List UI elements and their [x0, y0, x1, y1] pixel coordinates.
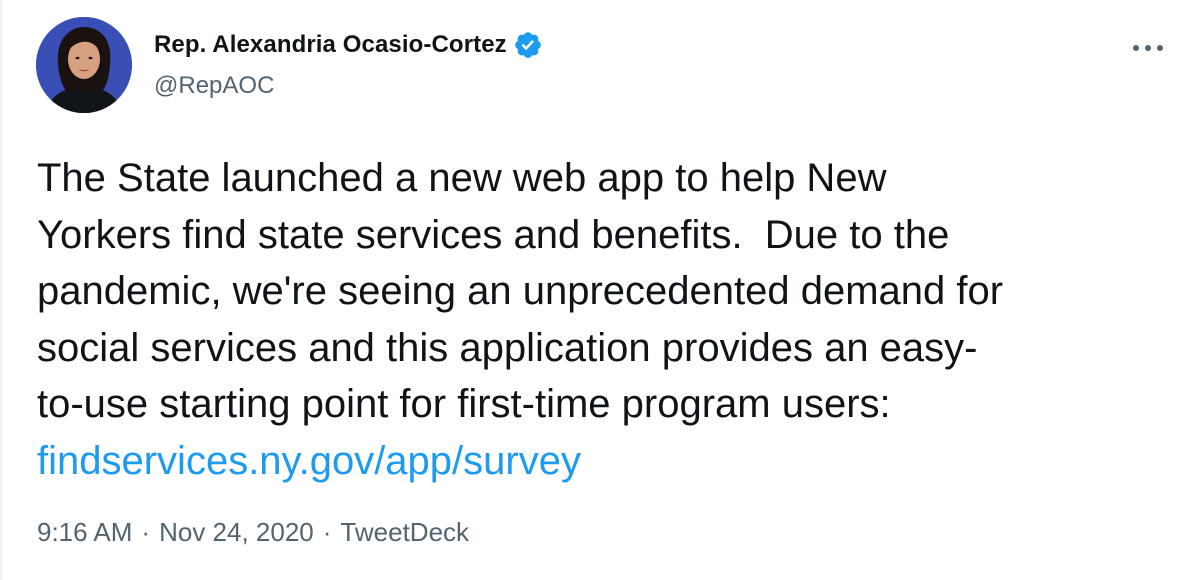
tweet-card: Rep. Alexandria Ocasio-Cortez @RepAOC Th… [0, 0, 1200, 580]
tweet-text-line: social services and this application pro… [37, 325, 978, 370]
card-border [0, 0, 2, 580]
tweet-source[interactable]: TweetDeck [340, 517, 469, 548]
tweet-link[interactable]: findservices.ny.gov/app/survey [37, 439, 581, 483]
tweet-text: The State launched a new web app to help… [37, 150, 1167, 489]
separator-dot: · [322, 517, 332, 547]
tweet-time[interactable]: 9:16 AM [37, 517, 132, 548]
tweet-link-line: findservices.ny.gov/app/survey [37, 433, 1167, 490]
display-name[interactable]: Rep. Alexandria Ocasio-Cortez [154, 31, 507, 59]
tweet-metadata: 9:16 AM · Nov 24, 2020 · TweetDeck [37, 517, 469, 548]
name-row: Rep. Alexandria Ocasio-Cortez [154, 28, 543, 62]
avatar[interactable] [36, 17, 132, 113]
tweet-text-line: pandemic, we're seeing an unprecedented … [37, 269, 1004, 313]
tweet-date[interactable]: Nov 24, 2020 [159, 517, 314, 548]
tweet-text-line: Yorkers find state services and benefits… [37, 212, 950, 257]
more-horizontal-icon [1133, 45, 1163, 51]
separator-dot: · [141, 517, 151, 547]
tweet-text-line: The State launched a new web app to help… [37, 156, 887, 200]
author-block: Rep. Alexandria Ocasio-Cortez @RepAOC [154, 28, 543, 100]
tweet-text-line: to-use starting point for first-time pro… [37, 382, 891, 426]
more-options-button[interactable] [1128, 28, 1168, 68]
user-handle[interactable]: @RepAOC [154, 72, 543, 100]
verified-badge-icon [513, 30, 543, 60]
avatar-photo [36, 17, 132, 113]
